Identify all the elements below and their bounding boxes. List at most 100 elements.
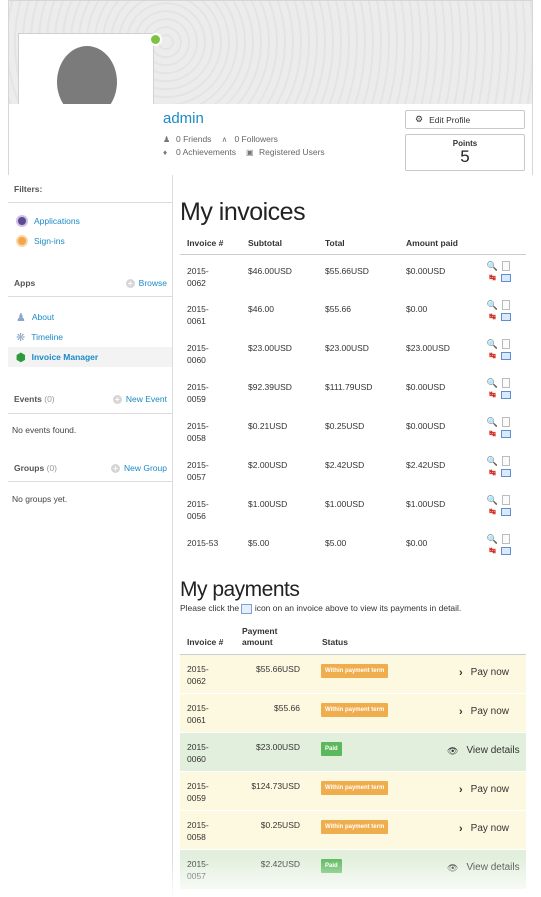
groups-empty-text: No groups yet.: [12, 494, 68, 504]
status-badge: Within payment term: [321, 781, 389, 796]
payment-action-cell: › Pay now: [425, 771, 526, 811]
view-invoice-icon[interactable]: 🔍: [487, 494, 498, 505]
invoice-amount-paid: $0.00USD: [406, 382, 446, 392]
email-icon[interactable]: [500, 468, 511, 477]
payment-amount: $23.00USD: [235, 732, 315, 772]
payment-amount: $55.66: [235, 693, 315, 733]
filter-sign-ins[interactable]: Sign-ins: [8, 231, 172, 251]
events-count: (0): [44, 394, 55, 404]
pdf-icon[interactable]: ↹: [487, 350, 498, 361]
document-icon[interactable]: [501, 494, 510, 505]
email-icon[interactable]: [500, 507, 511, 516]
pdf-icon[interactable]: ↹: [487, 273, 498, 284]
pay-now-button[interactable]: › Pay now: [459, 784, 509, 796]
invoice-number: 2015- 0058: [187, 421, 209, 443]
payment-amount: $2.42USD: [235, 849, 315, 889]
payment-action-cell: › Pay now: [425, 810, 526, 850]
applications-icon: [16, 215, 28, 227]
app-about[interactable]: ♟ About: [8, 307, 172, 327]
invoice-row: 2015- 0057 $2.00USD $2.42USD $2.42USD 🔍 …: [180, 449, 526, 488]
new-event-label: New Event: [125, 394, 167, 404]
view-invoice-icon[interactable]: 🔍: [487, 416, 498, 427]
groups-title: Groups (0): [14, 463, 57, 473]
document-icon[interactable]: [501, 299, 510, 310]
document-icon[interactable]: [501, 261, 510, 271]
email-icon[interactable]: [500, 274, 511, 282]
friends-stat[interactable]: ♟ 0 Friends: [163, 133, 211, 146]
pdf-icon[interactable]: ↹: [487, 389, 498, 400]
payment-action-label: Pay now: [470, 823, 510, 835]
invoice-subtotal: $23.00USD: [248, 343, 292, 353]
browse-apps-link[interactable]: + Browse: [125, 278, 167, 288]
email-icon[interactable]: [500, 312, 511, 321]
chevron-right-icon: ›: [459, 706, 463, 719]
followers-icon: ∧: [221, 134, 228, 144]
app-invoice-manager[interactable]: ⬢ Invoice Manager: [8, 347, 172, 367]
payments-note-start: Please click the: [180, 603, 240, 613]
invoice-row: 2015- 0058 $0.21USD $0.25USD $0.00USD 🔍 …: [180, 410, 526, 449]
profile-username[interactable]: admin: [163, 110, 204, 127]
document-icon[interactable]: [501, 338, 510, 349]
payments-table: Invoice # Payment amount Status 2015- 00…: [180, 619, 526, 889]
apps-header: Apps + Browse: [14, 278, 167, 288]
plus-icon: +: [112, 394, 122, 404]
email-icon[interactable]: [500, 546, 511, 555]
view-invoice-icon[interactable]: 🔍: [487, 299, 498, 310]
apps-list: ♟ About ❋ Timeline ⬢ Invoice Manager: [8, 307, 172, 367]
filter-applications[interactable]: Applications: [8, 211, 172, 231]
view-invoice-icon[interactable]: 🔍: [487, 455, 498, 466]
view-invoice-icon[interactable]: 🔍: [487, 261, 498, 272]
groups-header: Groups (0) + New Group: [14, 463, 167, 473]
view-invoice-icon[interactable]: 🔍: [487, 377, 498, 388]
pay-now-button[interactable]: › Pay now: [459, 823, 509, 835]
invoice-number: 2015- 0060: [187, 343, 209, 365]
document-icon[interactable]: [501, 377, 510, 388]
email-icon[interactable]: [500, 351, 511, 360]
pdf-icon[interactable]: ↹: [487, 545, 498, 556]
status-badge: Paid: [321, 859, 342, 874]
sidebar: Filters: Applications Sign-ins Apps + Bro…: [8, 175, 173, 897]
user-group-stat[interactable]: ▣ Registered Users: [246, 146, 325, 159]
profile-strip: admin ♟ 0 Friends ∧ 0 Followers ♦ 0 Achieve…: [9, 104, 532, 175]
achievements-stat[interactable]: ♦ 0 Achievements: [163, 146, 236, 159]
pdf-icon[interactable]: ↹: [487, 467, 498, 478]
pay-now-button[interactable]: › Pay now: [459, 706, 509, 718]
invoice-total: $0.25USD: [325, 421, 365, 431]
pdf-icon[interactable]: ↹: [487, 428, 498, 439]
invoice-amount-paid: $0.00: [406, 304, 428, 314]
col-payment-actions: [425, 619, 526, 656]
edit-profile-button[interactable]: ⚙ Edit Profile: [405, 110, 525, 129]
pay-now-button[interactable]: › Pay now: [459, 667, 509, 679]
document-icon[interactable]: [501, 455, 510, 466]
col-invoice-number: Invoice #: [180, 233, 241, 255]
invoice-total: $2.42USD: [325, 460, 365, 470]
invoice-actions: 🔍 ↹: [480, 488, 526, 527]
view-invoice-icon[interactable]: 🔍: [487, 338, 498, 349]
col-payment-amount: Payment amount: [235, 619, 315, 656]
new-group-link[interactable]: + New Group: [111, 463, 167, 473]
view-details-button[interactable]: 👁 View details: [447, 745, 520, 757]
view-invoice-icon[interactable]: 🔍: [487, 533, 498, 544]
signins-icon: [16, 235, 28, 247]
events-title: Events (0): [14, 394, 55, 404]
document-icon[interactable]: [501, 416, 510, 427]
payment-action-cell: › Pay now: [425, 654, 526, 694]
email-icon[interactable]: [500, 429, 511, 438]
payment-amount: $124.73USD: [235, 771, 315, 811]
payment-action-label: Pay now: [470, 667, 510, 679]
invoice-row: 2015- 0061 $46.00 $55.66 $0.00 🔍 ↹: [180, 293, 526, 332]
pdf-icon[interactable]: ↹: [487, 311, 498, 322]
invoice-amount-paid: $1.00USD: [406, 499, 446, 509]
document-icon[interactable]: [501, 533, 510, 544]
email-icon[interactable]: [500, 390, 511, 399]
divider: [8, 296, 172, 297]
pdf-icon[interactable]: ↹: [487, 506, 498, 517]
view-details-button[interactable]: 👁 View details: [447, 862, 520, 874]
payment-invoice-number: 2015- 0061: [180, 693, 235, 733]
app-timeline[interactable]: ❋ Timeline: [8, 327, 172, 347]
invoice-total: $23.00USD: [325, 343, 369, 353]
followers-stat[interactable]: ∧ 0 Followers: [221, 133, 277, 146]
invoice-subtotal: $1.00USD: [248, 499, 288, 509]
payment-invoice-number: 2015- 0058: [180, 810, 235, 850]
new-event-link[interactable]: + New Event: [112, 394, 167, 404]
